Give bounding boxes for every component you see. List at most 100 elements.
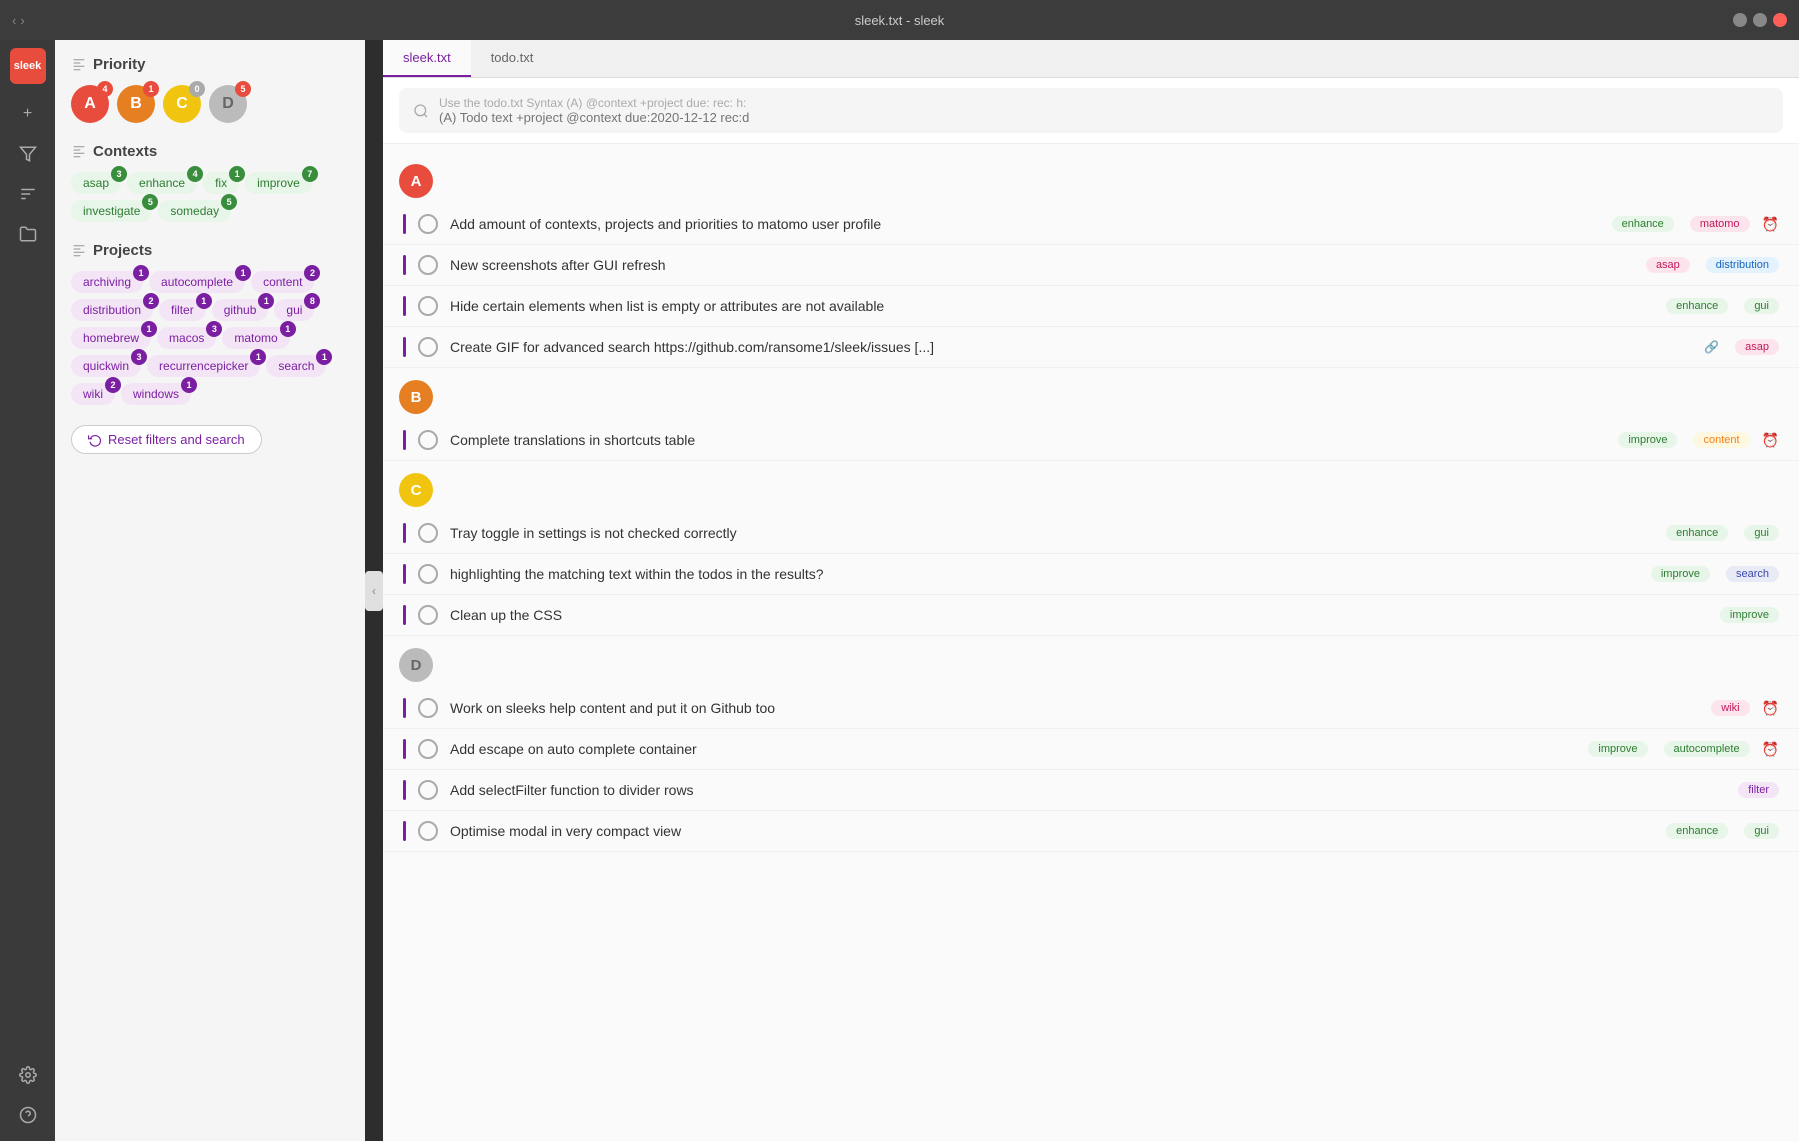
table-row[interactable]: Add selectFilter function to divider row… (383, 770, 1799, 811)
project-tag-quickwin[interactable]: quickwin3 (71, 355, 141, 377)
tag-autocomplete[interactable]: autocomplete (1664, 741, 1750, 757)
project-tag-content[interactable]: content2 (251, 271, 314, 293)
sidebar-collapse-button[interactable]: ‹ (365, 571, 383, 611)
context-tag-enhance[interactable]: enhance4 (127, 172, 197, 194)
todo-checkbox[interactable] (418, 214, 438, 234)
project-tag-gui[interactable]: gui8 (274, 299, 314, 321)
filter-button[interactable] (10, 136, 46, 172)
table-row[interactable]: Optimise modal in very compact view enha… (383, 811, 1799, 852)
tag-enhance[interactable]: enhance (1666, 298, 1728, 314)
context-tag-fix[interactable]: fix1 (203, 172, 239, 194)
todo-text: Add selectFilter function to divider row… (450, 782, 1722, 798)
search-bar: Use the todo.txt Syntax (A) @context +pr… (383, 78, 1799, 144)
project-tag-filter[interactable]: filter1 (159, 299, 206, 321)
project-tag-autocomplete[interactable]: autocomplete1 (149, 271, 245, 293)
tag-gui[interactable]: gui (1744, 298, 1779, 314)
minimize-button[interactable] (1733, 13, 1747, 27)
tag-gui[interactable]: gui (1744, 823, 1779, 839)
arrow-right-icon[interactable]: › (20, 13, 24, 28)
tag-wiki[interactable]: wiki (1711, 700, 1749, 716)
table-row[interactable]: Add amount of contexts, projects and pri… (383, 204, 1799, 245)
contexts-section-title: Contexts (71, 143, 349, 160)
tag-improve[interactable]: improve (1618, 432, 1677, 448)
left-accent (403, 564, 406, 584)
tag-asap[interactable]: asap (1646, 257, 1690, 273)
tag-search[interactable]: search (1726, 566, 1779, 582)
table-row[interactable]: New screenshots after GUI refresh asap d… (383, 245, 1799, 286)
context-tag-investigate[interactable]: investigate5 (71, 200, 152, 222)
project-tag-distribution[interactable]: distribution2 (71, 299, 153, 321)
settings-button[interactable] (10, 1057, 46, 1093)
context-tag-improve[interactable]: improve7 (245, 172, 312, 194)
tag-enhance[interactable]: enhance (1612, 216, 1674, 232)
priority-header-a: A (399, 164, 433, 198)
todo-checkbox[interactable] (418, 605, 438, 625)
project-tag-wiki[interactable]: wiki2 (71, 383, 115, 405)
todo-checkbox[interactable] (418, 296, 438, 316)
todo-checkbox[interactable] (418, 337, 438, 357)
time-icon: ⏰ (1762, 741, 1779, 758)
tag-matomo[interactable]: matomo (1690, 216, 1750, 232)
tag-filter[interactable]: filter (1738, 782, 1779, 798)
table-row[interactable]: Tray toggle in settings is not checked c… (383, 513, 1799, 554)
table-row[interactable]: Hide certain elements when list is empty… (383, 286, 1799, 327)
close-button[interactable] (1773, 13, 1787, 27)
main-content: sleek.txt todo.txt Use the todo.txt Synt… (383, 40, 1799, 1141)
search-input[interactable] (439, 110, 1769, 125)
todo-checkbox[interactable] (418, 739, 438, 759)
priority-badge-a[interactable]: A4 (71, 85, 109, 123)
reset-filters-button[interactable]: Reset filters and search (71, 425, 262, 454)
table-row[interactable]: Clean up the CSS improve (383, 595, 1799, 636)
project-tag-recurrencepicker[interactable]: recurrencepicker1 (147, 355, 260, 377)
folder-button[interactable] (10, 216, 46, 252)
left-accent (403, 430, 406, 450)
sort-button[interactable] (10, 176, 46, 212)
project-tag-archiving[interactable]: archiving1 (71, 271, 143, 293)
tag-improve[interactable]: improve (1720, 607, 1779, 623)
project-tag-macos[interactable]: macos3 (157, 327, 216, 349)
todo-checkbox[interactable] (418, 780, 438, 800)
project-tag-matomo[interactable]: matomo1 (222, 327, 289, 349)
table-row[interactable]: Work on sleeks help content and put it o… (383, 688, 1799, 729)
priority-badge-b[interactable]: B1 (117, 85, 155, 123)
tag-enhance[interactable]: enhance (1666, 823, 1728, 839)
table-row[interactable]: Complete translations in shortcuts table… (383, 420, 1799, 461)
context-tag-someday[interactable]: someday5 (158, 200, 231, 222)
todo-checkbox[interactable] (418, 430, 438, 450)
tag-improve[interactable]: improve (1651, 566, 1710, 582)
add-button[interactable]: + (10, 96, 46, 132)
project-tag-homebrew[interactable]: homebrew1 (71, 327, 151, 349)
left-accent (403, 698, 406, 718)
arrow-left-icon[interactable]: ‹ (12, 13, 16, 28)
project-tag-github[interactable]: github1 (212, 299, 269, 321)
external-link-icon[interactable]: 🔗 (1704, 340, 1719, 354)
tag-content[interactable]: content (1693, 432, 1749, 448)
priority-badges: A4 B1 C0 D5 (71, 85, 349, 123)
tag-improve[interactable]: improve (1588, 741, 1647, 757)
todo-text: Add escape on auto complete container (450, 741, 1572, 757)
todo-checkbox[interactable] (418, 564, 438, 584)
project-tag-windows[interactable]: windows1 (121, 383, 191, 405)
tab-sleek-txt[interactable]: sleek.txt (383, 40, 471, 77)
todo-text: New screenshots after GUI refresh (450, 257, 1630, 273)
todo-checkbox[interactable] (418, 523, 438, 543)
context-tag-asap[interactable]: asap3 (71, 172, 121, 194)
priority-badge-d[interactable]: D5 (209, 85, 247, 123)
left-accent (403, 337, 406, 357)
tab-todo-txt[interactable]: todo.txt (471, 40, 554, 77)
priority-badge-c[interactable]: C0 (163, 85, 201, 123)
priority-section-title: Priority (71, 56, 349, 73)
table-row[interactable]: highlighting the matching text within th… (383, 554, 1799, 595)
todo-checkbox[interactable] (418, 255, 438, 275)
table-row[interactable]: Create GIF for advanced search https://g… (383, 327, 1799, 368)
tag-enhance[interactable]: enhance (1666, 525, 1728, 541)
todo-checkbox[interactable] (418, 698, 438, 718)
project-tag-search[interactable]: search1 (266, 355, 326, 377)
todo-checkbox[interactable] (418, 821, 438, 841)
tag-asap[interactable]: asap (1735, 339, 1779, 355)
tag-distribution[interactable]: distribution (1706, 257, 1779, 273)
table-row[interactable]: Add escape on auto complete container im… (383, 729, 1799, 770)
tag-gui[interactable]: gui (1744, 525, 1779, 541)
help-button[interactable] (10, 1097, 46, 1133)
maximize-button[interactable] (1753, 13, 1767, 27)
